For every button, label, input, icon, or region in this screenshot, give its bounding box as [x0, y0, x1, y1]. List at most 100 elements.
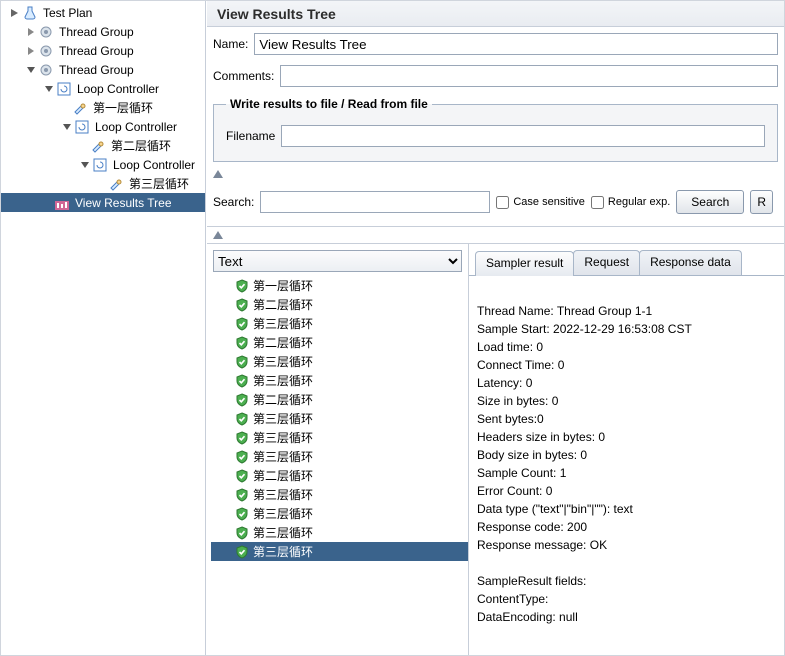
result-label: 第二层循环: [253, 391, 313, 408]
write-results-fieldset: Write results to file / Read from file F…: [213, 97, 778, 162]
tree-node-view-results-tree[interactable]: View Results Tree: [1, 193, 205, 212]
regular-exp-box[interactable]: [591, 196, 604, 209]
tree-node-loop-controller[interactable]: Loop Controller: [1, 79, 205, 98]
result-label: 第三层循环: [253, 505, 313, 522]
detail-line: Response code: 200: [477, 520, 587, 534]
filename-label: Filename: [226, 129, 275, 143]
case-sensitive-label: Case sensitive: [513, 196, 585, 208]
case-sensitive-checkbox[interactable]: Case sensitive: [496, 196, 585, 209]
success-icon: [235, 526, 249, 540]
result-label: 第三层循环: [253, 353, 313, 370]
comments-input[interactable]: [280, 65, 778, 87]
detail-line: Sample Count: 1: [477, 466, 566, 480]
result-item[interactable]: 第三层循环: [211, 428, 468, 447]
expander-icon[interactable]: [26, 46, 35, 55]
result-item[interactable]: 第二层循环: [211, 333, 468, 352]
tree-label: Thread Group: [57, 25, 136, 39]
tree-label: 第一层循环: [91, 99, 155, 116]
tree-node-thread-group[interactable]: Thread Group: [1, 22, 205, 41]
result-item[interactable]: 第一层循环: [211, 276, 468, 295]
expander-icon[interactable]: [26, 65, 35, 74]
success-icon: [235, 317, 249, 331]
tree-node-sampler[interactable]: 第一层循环: [1, 98, 205, 117]
result-item[interactable]: 第二层循环: [211, 295, 468, 314]
result-item[interactable]: 第三层循环: [211, 314, 468, 333]
result-item[interactable]: 第二层循环: [211, 390, 468, 409]
success-icon: [235, 393, 249, 407]
success-icon: [235, 431, 249, 445]
name-input[interactable]: [254, 33, 778, 55]
result-item[interactable]: 第二层循环: [211, 466, 468, 485]
result-item[interactable]: 第三层循环: [211, 542, 468, 561]
result-detail-panel: Sampler result Request Response data Thr…: [469, 244, 784, 655]
reset-button[interactable]: R: [750, 190, 773, 214]
expander-icon[interactable]: [10, 8, 19, 17]
regular-exp-label: Regular exp.: [608, 196, 670, 208]
result-label: 第三层循环: [253, 543, 313, 560]
filename-input[interactable]: [281, 125, 765, 147]
expander-icon[interactable]: [80, 160, 89, 169]
search-button[interactable]: Search: [676, 190, 744, 214]
tree-node-thread-group[interactable]: Thread Group: [1, 60, 205, 79]
success-icon: [235, 450, 249, 464]
result-label: 第三层循环: [253, 372, 313, 389]
success-icon: [235, 507, 249, 521]
tree-node-sampler[interactable]: 第二层循环: [1, 136, 205, 155]
result-label: 第二层循环: [253, 296, 313, 313]
tree-node-sampler[interactable]: 第三层循环: [1, 174, 205, 193]
search-input[interactable]: [260, 191, 490, 213]
collapse-marker[interactable]: [207, 168, 784, 180]
detail-line: Connect Time: 0: [477, 358, 564, 372]
sampler-icon: [72, 100, 88, 116]
case-sensitive-box[interactable]: [496, 196, 509, 209]
result-item[interactable]: 第三层循环: [211, 352, 468, 371]
expander-icon[interactable]: [62, 122, 71, 131]
tree-node-loop-controller[interactable]: Loop Controller: [1, 117, 205, 136]
result-item[interactable]: 第三层循环: [211, 485, 468, 504]
result-item[interactable]: 第三层循环: [211, 371, 468, 390]
name-label: Name:: [213, 37, 248, 51]
comments-label: Comments:: [213, 69, 274, 83]
result-label: 第三层循环: [253, 448, 313, 465]
success-icon: [235, 545, 249, 559]
tree-label: 第三层循环: [127, 175, 191, 192]
success-icon: [235, 469, 249, 483]
title-text: View Results Tree: [217, 6, 336, 22]
result-item[interactable]: 第三层循环: [211, 504, 468, 523]
main-panel: View Results Tree Name: Comments: Write …: [206, 1, 784, 655]
tab-sampler-result[interactable]: Sampler result: [475, 251, 574, 276]
detail-line: Sample Start: 2022-12-29 16:53:08 CST: [477, 322, 692, 336]
detail-line: Size in bytes: 0: [477, 394, 558, 408]
results-list-panel: Text 第一层循环第二层循环第三层循环第二层循环第三层循环第三层循环第二层循环…: [207, 244, 469, 655]
tree-node-thread-group[interactable]: Thread Group: [1, 41, 205, 60]
gear-icon: [38, 62, 54, 78]
detail-line: SampleResult fields:: [477, 574, 586, 588]
tree-label: Loop Controller: [75, 82, 161, 96]
expander-icon[interactable]: [44, 84, 53, 93]
expander-icon[interactable]: [26, 27, 35, 36]
detail-line: Data type ("text"|"bin"|""): text: [477, 502, 633, 516]
success-icon: [235, 374, 249, 388]
regular-exp-checkbox[interactable]: Regular exp.: [591, 196, 670, 209]
result-label: 第三层循环: [253, 486, 313, 503]
tab-request[interactable]: Request: [573, 250, 640, 275]
success-icon: [235, 298, 249, 312]
result-item[interactable]: 第三层循环: [211, 447, 468, 466]
detail-line: Body size in bytes: 0: [477, 448, 587, 462]
tree-node-test-plan[interactable]: Test Plan: [1, 3, 205, 22]
test-plan-tree[interactable]: Test Plan Thread Group Thread Group: [1, 1, 206, 655]
tree-label: Test Plan: [41, 6, 94, 20]
result-item[interactable]: 第三层循环: [211, 523, 468, 542]
tree-node-loop-controller[interactable]: Loop Controller: [1, 155, 205, 174]
view-mode-select[interactable]: Text: [213, 250, 462, 272]
result-item[interactable]: 第三层循环: [211, 409, 468, 428]
search-label: Search:: [213, 195, 254, 209]
sampler-result-text[interactable]: Thread Name: Thread Group 1-1 Sample Sta…: [469, 276, 784, 655]
tab-response-data[interactable]: Response data: [639, 250, 742, 275]
tree-label: Thread Group: [57, 63, 136, 77]
collapse-marker[interactable]: [207, 229, 784, 241]
detail-line: ContentType:: [477, 592, 548, 606]
page-title: View Results Tree: [207, 1, 784, 27]
write-results-legend: Write results to file / Read from file: [226, 97, 432, 111]
results-list[interactable]: 第一层循环第二层循环第三层循环第二层循环第三层循环第三层循环第二层循环第三层循环…: [207, 272, 468, 655]
